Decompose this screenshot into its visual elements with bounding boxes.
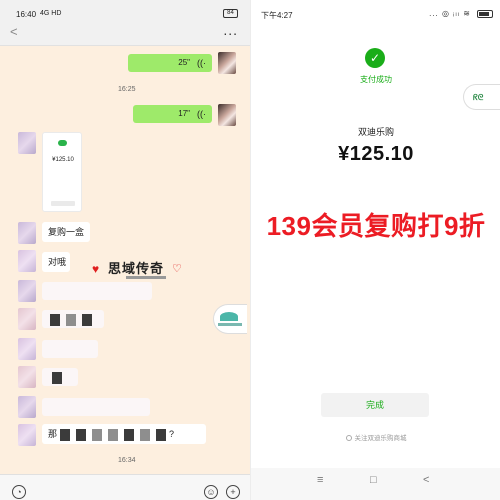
- thumb-button: [51, 201, 75, 206]
- voice-icon: ((·: [197, 58, 206, 68]
- stamp-subtext: [126, 276, 166, 279]
- promo-overlay-text: 139会员复购打9折: [266, 211, 486, 241]
- avatar[interactable]: [18, 280, 36, 302]
- voice-duration: 25": [178, 58, 190, 67]
- voice-input-icon[interactable]: ◔: [12, 485, 26, 499]
- chat-bubble[interactable]: 复购一盒: [42, 222, 90, 242]
- heart-icon: ♡: [172, 263, 182, 275]
- redaction-block: [140, 428, 151, 441]
- battery-icon: 84: [223, 9, 238, 18]
- avatar[interactable]: [18, 250, 36, 272]
- payment-success-icon: ✓: [365, 48, 385, 68]
- redaction-block: [82, 314, 92, 327]
- follow-label: 关注双迪乐购商城: [354, 435, 407, 442]
- receipt-image-message[interactable]: ¥125.10: [42, 132, 82, 212]
- chat-screen: 16:40 4G HD 84 < ... 25" ((· 16:25 17" (…: [0, 0, 250, 500]
- status-time: 16:40: [16, 10, 37, 19]
- blurred-message[interactable]: [42, 340, 98, 358]
- redaction-block: [50, 314, 60, 327]
- status-bar: 下午4:27 ... ◎ ᵢₗₗ ≋: [251, 0, 500, 24]
- avatar[interactable]: [18, 132, 36, 154]
- blurred-message[interactable]: [42, 398, 150, 416]
- status-bar: 16:40 4G HD 84: [0, 0, 250, 20]
- avatar[interactable]: [18, 308, 36, 330]
- mini-program-logo[interactable]: [213, 304, 247, 334]
- back-icon[interactable]: <: [423, 474, 429, 486]
- status-time: 下午4:27: [261, 11, 293, 20]
- voice-message[interactable]: 17" ((·: [133, 105, 212, 123]
- check-icon: [58, 140, 67, 146]
- chat-timestamp: 16:34: [118, 457, 136, 464]
- voice-message[interactable]: 25" ((·: [128, 54, 212, 72]
- thumb-amount: ¥125.10: [52, 157, 74, 163]
- redaction-block: [52, 372, 62, 385]
- redaction-block: [60, 428, 71, 441]
- more-options-icon[interactable]: ...: [223, 22, 238, 38]
- avatar[interactable]: [18, 366, 36, 388]
- chat-timestamp: 16:25: [118, 86, 136, 93]
- merchant-name: 双迪乐购: [357, 127, 394, 137]
- payment-success-screen: 下午4:27 ... ◎ ᵢₗₗ ≋ ✓ 支付成功 ᖇᘓ 双迪乐购 ¥125.1…: [250, 0, 500, 500]
- blurred-message[interactable]: [42, 368, 78, 386]
- redaction-block: [92, 428, 103, 441]
- avatar[interactable]: [18, 338, 36, 360]
- voice-duration: 17": [178, 109, 190, 118]
- heart-icon: ♥: [92, 262, 100, 276]
- battery-icon: [477, 10, 493, 18]
- redaction-block: [108, 428, 119, 441]
- stamp-text: 思域传奇: [108, 262, 165, 277]
- partial-text: ?: [169, 429, 175, 439]
- menu-icon[interactable]: ≡: [317, 474, 323, 486]
- avatar[interactable]: [18, 424, 36, 446]
- redaction-block: [156, 428, 167, 441]
- logo-icon: [220, 312, 238, 321]
- logo-text: [218, 323, 242, 326]
- partial-text: 那: [48, 429, 58, 439]
- redaction-block: [66, 314, 76, 327]
- home-icon[interactable]: □: [370, 474, 377, 486]
- emoji-icon[interactable]: ☺: [204, 485, 218, 499]
- avatar[interactable]: [218, 104, 236, 126]
- redaction-block: [124, 428, 135, 441]
- avatar[interactable]: [18, 222, 36, 244]
- payment-status-title: 支付成功: [360, 75, 392, 84]
- chat-header: < ...: [0, 20, 250, 46]
- blurred-message[interactable]: [42, 282, 152, 300]
- chat-bubble[interactable]: 那?: [42, 424, 206, 444]
- system-nav-bar: ≡ □ <: [251, 468, 500, 500]
- network-indicator: 4G HD: [40, 10, 62, 17]
- add-icon[interactable]: +: [226, 485, 240, 499]
- status-icons: ... ◎ ᵢₗₗ ≋: [429, 9, 471, 18]
- redaction-block: [76, 428, 87, 441]
- payment-amount: ¥125.10: [338, 143, 414, 165]
- voice-icon: ((·: [197, 109, 206, 119]
- radio-icon[interactable]: [345, 435, 352, 442]
- follow-merchant-option[interactable]: 关注双迪乐购商城: [251, 432, 500, 442]
- side-float-button[interactable]: ᖇᘓ: [463, 84, 500, 110]
- service-icon: ᖇᘓ: [473, 93, 484, 102]
- avatar[interactable]: [18, 396, 36, 418]
- back-icon[interactable]: <: [10, 24, 18, 39]
- blurred-message[interactable]: [42, 310, 104, 328]
- chat-bubble[interactable]: 对哦: [42, 252, 70, 272]
- done-button[interactable]: 完成: [321, 393, 429, 417]
- chat-input-bar: ◔ ☺ +: [0, 474, 250, 500]
- avatar[interactable]: [218, 52, 236, 74]
